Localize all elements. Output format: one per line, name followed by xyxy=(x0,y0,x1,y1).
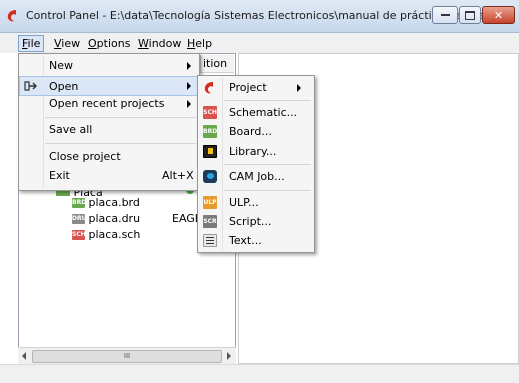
menu-view[interactable]: View xyxy=(51,36,83,51)
open-menu-project[interactable]: Project xyxy=(198,78,314,98)
submenu-arrow-icon xyxy=(187,82,191,90)
status-bar xyxy=(0,364,519,383)
file-menu-new-label: New xyxy=(49,59,73,72)
menu-window-rest: indow xyxy=(148,37,182,50)
title-bar: Control Panel - E:\data\Tecnología Siste… xyxy=(0,0,519,33)
file-menu-save-all[interactable]: Save all xyxy=(19,120,199,140)
open-menu-schematic-label: Schematic... xyxy=(229,106,298,119)
menu-options-rest: ptions xyxy=(96,37,131,50)
maximize-button[interactable] xyxy=(459,6,481,24)
minimize-icon xyxy=(440,14,450,16)
open-arrow-icon xyxy=(24,81,37,91)
tree-file-label: placa.dru xyxy=(88,212,141,225)
tree-file-dru[interactable]: DRU placa.dru xyxy=(72,211,140,227)
open-menu-cam-job-label: CAM Job... xyxy=(229,170,285,183)
eagle-logo-icon xyxy=(7,10,16,22)
menu-bar: File View Options Window Help xyxy=(0,33,519,53)
menu-file[interactable]: File xyxy=(18,35,45,52)
menu-file-rest: ile xyxy=(27,37,41,50)
menu-options-mnemonic: O xyxy=(88,37,97,50)
file-menu-close-project[interactable]: Close project xyxy=(19,147,199,167)
close-icon: ✕ xyxy=(493,8,504,22)
schematic-file-icon: SCH xyxy=(72,230,86,240)
open-menu-schematic[interactable]: SCH Schematic... xyxy=(198,103,314,123)
tree-file-label: placa.sch xyxy=(88,228,141,241)
open-menu-project-label: Project xyxy=(229,81,267,94)
board-file-icon: BRD xyxy=(72,198,87,208)
tree-file-sch[interactable]: SCH placa.sch xyxy=(72,227,140,243)
maximize-icon xyxy=(465,10,475,20)
open-menu-library[interactable]: Library... xyxy=(198,142,314,162)
file-menu-exit-label: Exit xyxy=(49,169,70,182)
file-menu-new[interactable]: New xyxy=(19,56,199,76)
file-menu-open-recent[interactable]: Open recent projects xyxy=(19,94,199,114)
open-menu-text-label: Text... xyxy=(229,234,262,247)
scroll-thumb[interactable]: III xyxy=(32,350,222,363)
scroll-right-icon[interactable] xyxy=(227,352,231,360)
file-menu-open-recent-label: Open recent projects xyxy=(49,97,165,110)
design-rules-file-icon: DRU xyxy=(72,214,87,224)
menu-separator xyxy=(224,190,311,191)
tree-file-brd[interactable]: BRD placa.brd xyxy=(72,195,140,211)
ulp-icon: ULP xyxy=(203,196,217,209)
horizontal-scrollbar[interactable]: III xyxy=(18,347,236,364)
menu-window[interactable]: Window xyxy=(135,36,184,51)
column-header-description[interactable]: ition xyxy=(200,55,234,73)
minimize-button[interactable] xyxy=(432,6,458,24)
menu-window-mnemonic: W xyxy=(138,37,149,50)
open-menu-text[interactable]: Text... xyxy=(198,231,314,251)
menu-separator xyxy=(224,164,311,165)
open-menu-ulp[interactable]: ULP ULP... xyxy=(198,193,314,213)
open-submenu: Project SCH Schematic... BRD Board... Li… xyxy=(197,75,315,253)
menu-help-rest: elp xyxy=(195,37,213,50)
open-menu-board-label: Board... xyxy=(229,125,272,138)
script-icon: SCR xyxy=(203,215,217,228)
scroll-left-icon[interactable] xyxy=(22,352,26,360)
file-menu-open[interactable]: Open xyxy=(19,76,199,96)
submenu-arrow-icon xyxy=(187,100,191,108)
menu-separator xyxy=(45,117,196,118)
menu-options[interactable]: Options xyxy=(85,36,133,51)
tree-file-label: placa.brd xyxy=(88,196,140,209)
file-menu-exit-shortcut: Alt+X xyxy=(162,169,194,182)
menu-separator xyxy=(224,100,311,101)
file-menu-exit[interactable]: Exit Alt+X xyxy=(19,166,199,186)
open-menu-script[interactable]: SCR Script... xyxy=(198,212,314,232)
menu-view-rest: iew xyxy=(61,37,81,50)
menu-help[interactable]: Help xyxy=(184,36,215,51)
menu-separator xyxy=(45,143,196,144)
text-icon xyxy=(203,234,217,247)
open-menu-library-label: Library... xyxy=(229,145,277,158)
library-icon xyxy=(203,145,217,158)
eagle-logo-icon xyxy=(204,82,213,94)
submenu-arrow-icon xyxy=(187,62,191,70)
submenu-arrow-icon xyxy=(297,84,301,92)
open-menu-script-label: Script... xyxy=(229,215,272,228)
open-menu-ulp-label: ULP... xyxy=(229,196,259,209)
schematic-icon: SCH xyxy=(203,106,217,119)
board-icon: BRD xyxy=(203,125,217,138)
close-button[interactable]: ✕ xyxy=(482,6,515,24)
file-menu-close-project-label: Close project xyxy=(49,150,121,163)
cam-job-icon xyxy=(203,170,217,183)
open-menu-board[interactable]: BRD Board... xyxy=(198,122,314,142)
open-menu-cam-job[interactable]: CAM Job... xyxy=(198,167,314,187)
file-menu: New Open Open recent projects Save all C… xyxy=(18,53,200,191)
file-menu-save-all-label: Save all xyxy=(49,123,93,136)
